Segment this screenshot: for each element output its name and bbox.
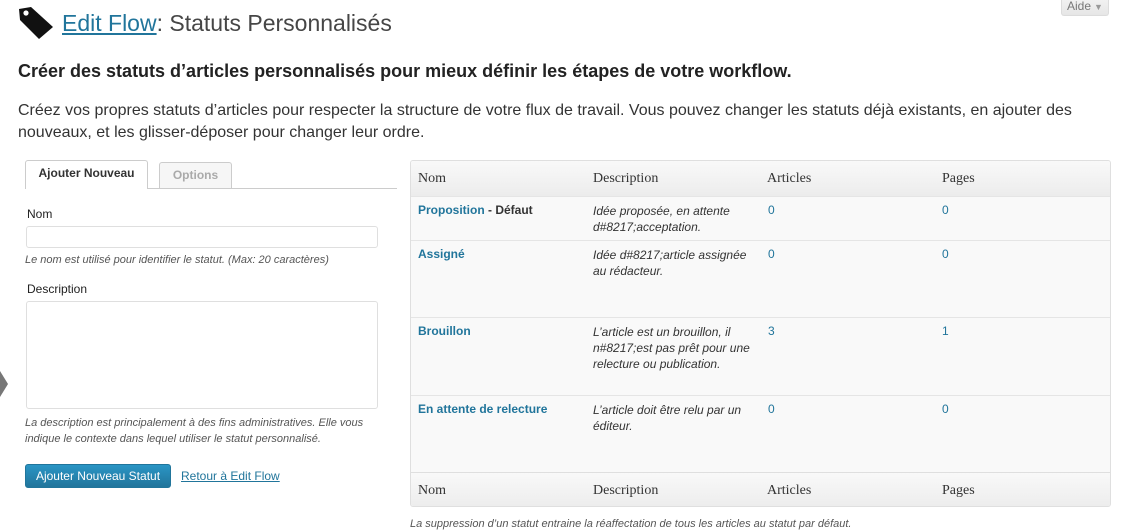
tab-options[interactable]: Options: [159, 162, 232, 188]
status-description: L’article est un brouillon, il n#8217;es…: [593, 325, 750, 371]
help-tab[interactable]: Aide ▼: [1061, 0, 1109, 16]
help-tab-label: Aide: [1067, 0, 1092, 13]
status-table: Nom Description Articles Pages Propositi…: [410, 160, 1111, 507]
pages-count[interactable]: 0: [942, 203, 949, 217]
status-name-link[interactable]: Proposition: [418, 203, 485, 217]
col-footer-articles[interactable]: Articles: [767, 483, 811, 499]
triangle-down-icon: ▼: [1094, 2, 1103, 12]
articles-count[interactable]: 0: [768, 203, 775, 217]
page-header: Edit Flow: Statuts Personnalisés: [17, 5, 392, 41]
intro-text: Créez vos propres statuts d’articles pou…: [18, 102, 1072, 141]
page-title: Edit Flow: Statuts Personnalisés: [62, 10, 392, 37]
table-row[interactable]: Assigné Idée d#8217;article assignée au …: [411, 240, 1110, 318]
articles-count[interactable]: 3: [768, 324, 775, 338]
col-header-name[interactable]: Nom: [418, 171, 446, 187]
status-name[interactable]: Proposition - Défaut: [418, 203, 533, 217]
col-header-pages[interactable]: Pages: [942, 171, 975, 187]
table-row[interactable]: En attente de relecture L’article doit ê…: [411, 395, 1110, 473]
title-text: Statuts Personnalisés: [162, 9, 392, 36]
table-row[interactable]: Brouillon L’article est un brouillon, il…: [411, 317, 1110, 396]
tab-add-new[interactable]: Ajouter Nouveau: [25, 160, 148, 189]
pages-count[interactable]: 0: [942, 402, 949, 416]
status-name[interactable]: Assigné: [418, 247, 465, 261]
name-label: Nom: [27, 207, 53, 221]
status-name-link[interactable]: Brouillon: [418, 324, 471, 338]
col-footer-pages[interactable]: Pages: [942, 483, 975, 499]
name-hint: Le nom est utilisé pour identifier le st…: [25, 254, 329, 266]
add-status-panel: Ajouter Nouveau Options Nom Le nom est u…: [25, 160, 397, 488]
section-heading: Créer des statuts d’articles personnalis…: [18, 61, 792, 81]
status-description: Idée d#8217;article assignée au rédacteu…: [593, 248, 747, 278]
add-status-button[interactable]: Ajouter Nouveau Statut: [25, 464, 171, 488]
col-footer-description[interactable]: Description: [593, 483, 658, 499]
status-name-link[interactable]: Assigné: [418, 247, 465, 261]
col-footer-name[interactable]: Nom: [418, 483, 446, 499]
status-name[interactable]: Brouillon: [418, 324, 471, 338]
description-label: Description: [27, 282, 88, 296]
default-marker: - Défaut: [484, 203, 533, 217]
collapse-arrow-icon[interactable]: [0, 371, 8, 397]
col-header-articles[interactable]: Articles: [767, 171, 811, 187]
table-footer: Nom Description Articles Pages: [411, 472, 1110, 506]
description-hint: La description est principalement à des …: [25, 417, 364, 445]
edit-flow-link[interactable]: Edit Flow: [62, 10, 157, 36]
form-tabs: Ajouter Nouveau Options: [25, 160, 397, 189]
deletion-note: La suppression d’un statut entraine la r…: [410, 518, 852, 530]
articles-count[interactable]: 0: [768, 402, 775, 416]
description-textarea[interactable]: [26, 301, 378, 409]
pages-count[interactable]: 1: [942, 324, 949, 338]
name-input[interactable]: [26, 226, 378, 248]
status-description: L’article doit être relu par un éditeur.: [593, 403, 742, 433]
col-header-description[interactable]: Description: [593, 171, 658, 187]
pages-count[interactable]: 0: [942, 247, 949, 261]
table-row[interactable]: Proposition - Défaut Idée proposée, en a…: [411, 196, 1110, 240]
back-to-edit-flow-link[interactable]: Retour à Edit Flow: [181, 469, 280, 483]
status-name[interactable]: En attente de relecture: [418, 402, 547, 416]
table-header: Nom Description Articles Pages: [411, 161, 1110, 196]
status-description: Idée proposée, en attente d#8217;accepta…: [593, 204, 730, 234]
articles-count[interactable]: 0: [768, 247, 775, 261]
status-name-link[interactable]: En attente de relecture: [418, 402, 547, 416]
tag-icon: [19, 7, 53, 39]
